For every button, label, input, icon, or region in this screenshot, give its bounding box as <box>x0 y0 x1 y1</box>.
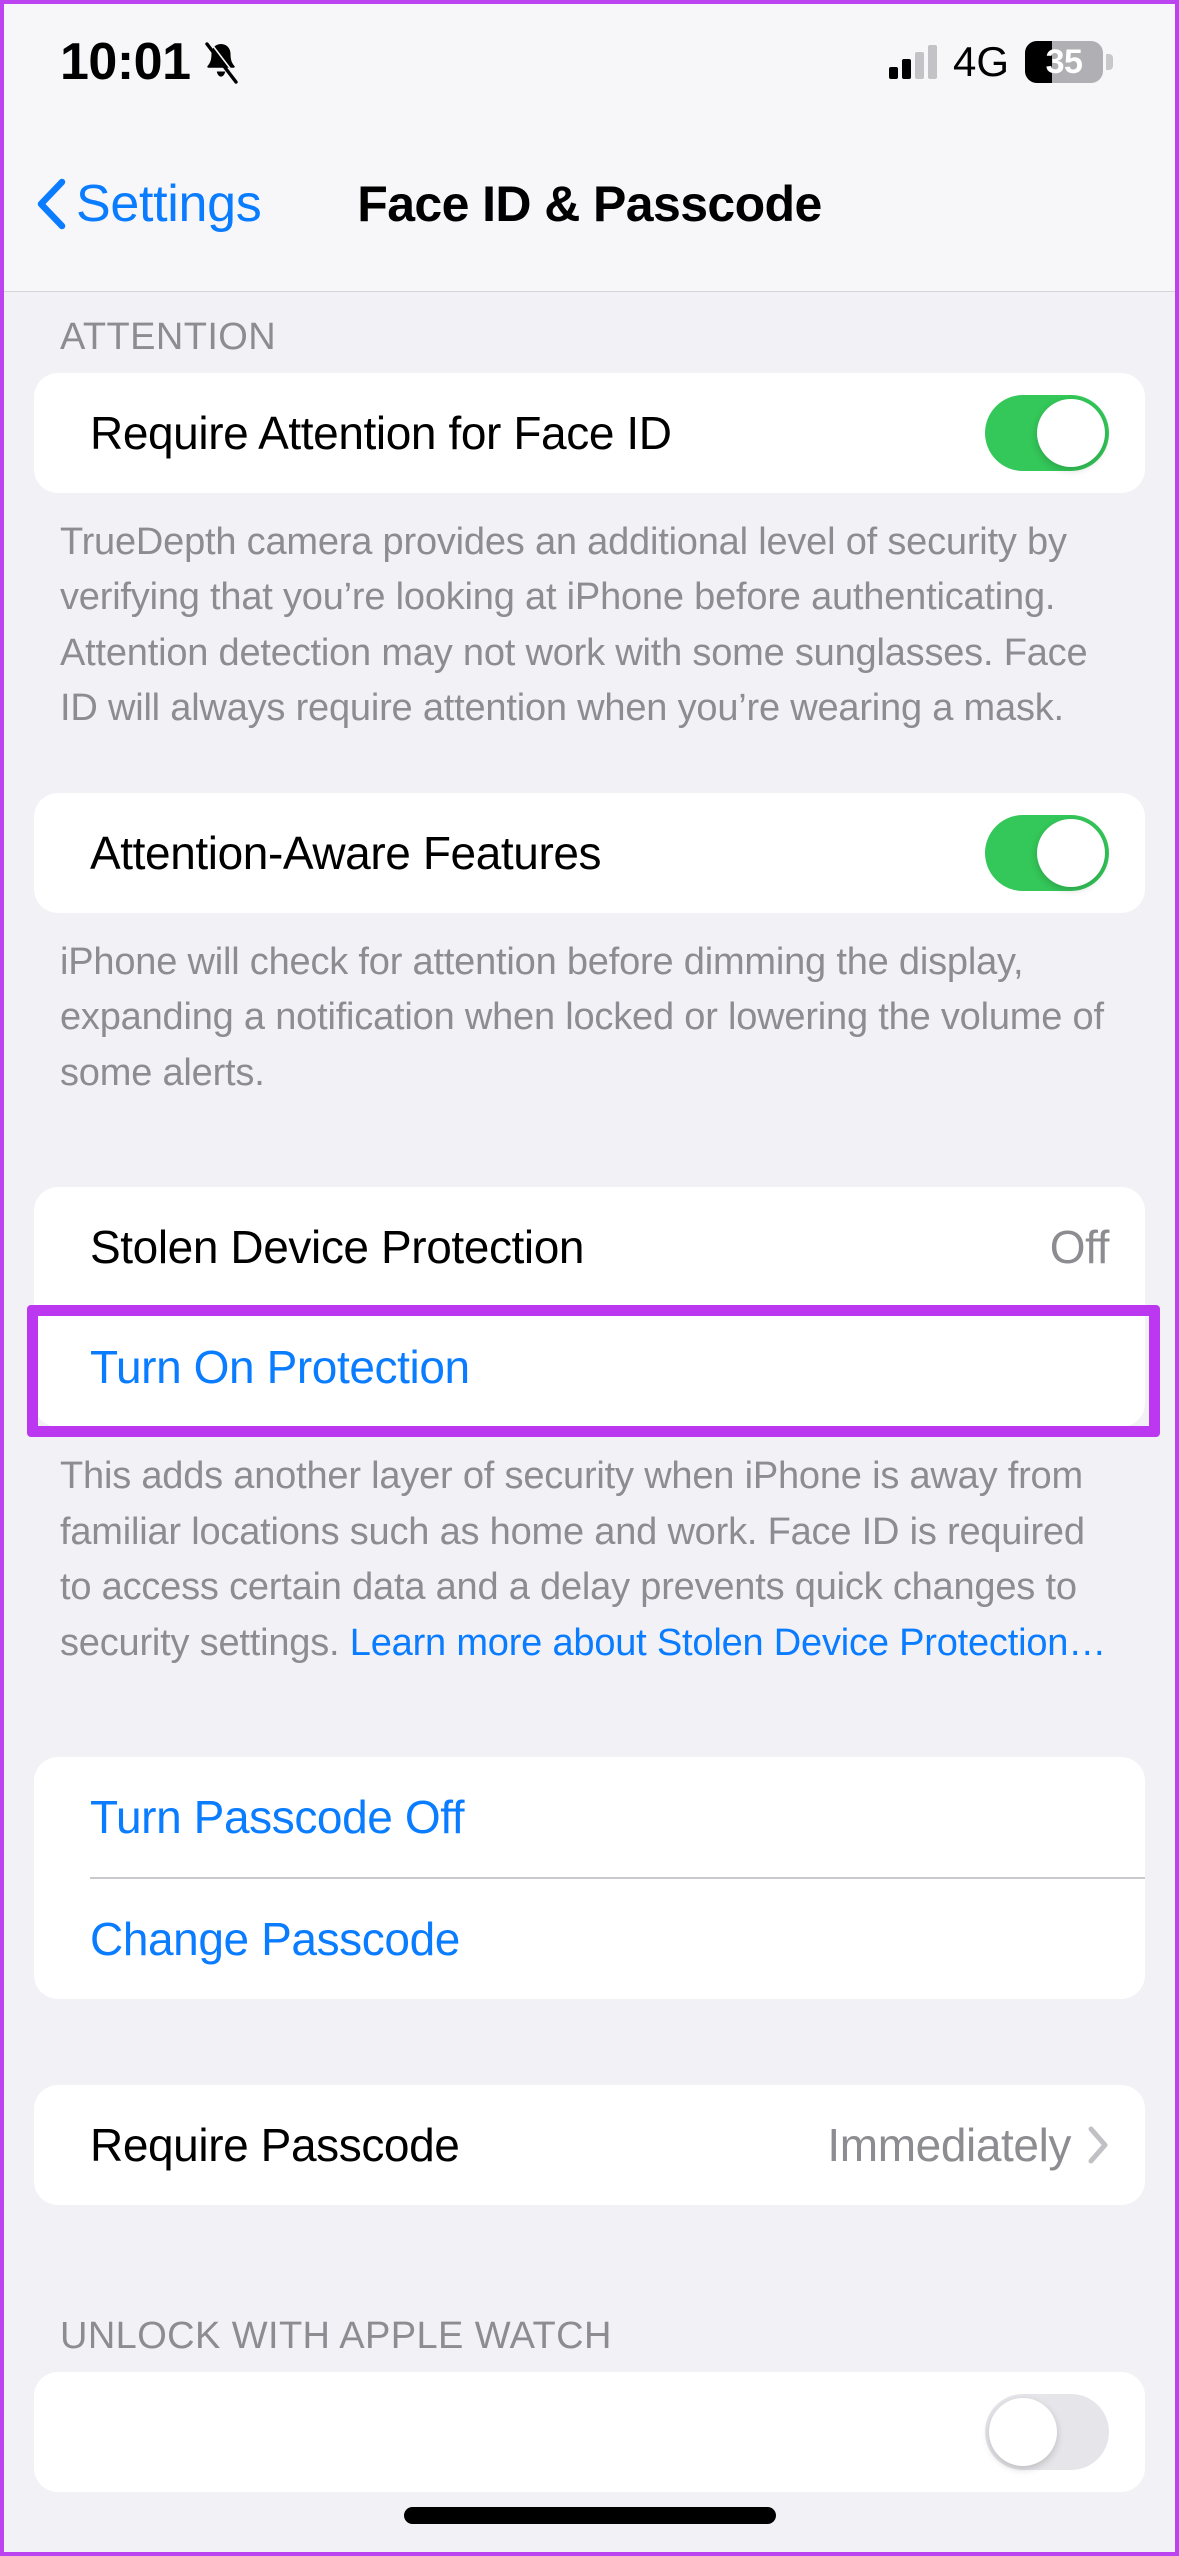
row-label: Require Attention for Face ID <box>90 407 672 459</box>
row-attention-aware-features[interactable]: Attention-Aware Features <box>34 793 1145 913</box>
row-require-attention-for-face-id[interactable]: Require Attention for Face ID <box>34 373 1145 493</box>
row-label: Attention-Aware Features <box>90 826 602 879</box>
row-label: Stolen Device Protection <box>90 1221 585 1274</box>
footer-require-attention: TrueDepth camera provides an additional … <box>60 521 1088 730</box>
row-unlock-with-apple-watch[interactable] <box>34 2372 1145 2492</box>
navigation-bar: Settings Face ID & Passcode <box>4 116 1175 292</box>
row-turn-passcode-off[interactable]: Turn Passcode Off <box>34 1757 1145 1877</box>
section-header-attention: ATTENTION <box>60 316 277 358</box>
back-button-label: Settings <box>76 174 262 233</box>
phone-screen: 10:01 4G 35 Settings Face ID & Passcode … <box>0 0 1179 2556</box>
status-bar-left: 10:01 <box>60 32 241 88</box>
require-passcode-value: Immediately <box>827 2119 1071 2172</box>
card-require-attention: Require Attention for Face ID <box>34 373 1145 493</box>
card-unlock-with-apple-watch <box>34 2372 1145 2493</box>
toggle-require-attention[interactable] <box>985 395 1109 471</box>
battery-percent-label: 35 <box>1045 43 1083 81</box>
chevron-right-icon <box>1088 2126 1108 2164</box>
cellular-signal-icon <box>888 45 937 79</box>
row-label <box>90 2405 102 2459</box>
card-require-passcode: Require Passcode Immediately <box>34 2085 1145 2206</box>
row-stolen-device-protection[interactable]: Stolen Device Protection Off <box>34 1187 1145 1307</box>
settings-scroll-view[interactable]: ATTENTION Require Attention for Face ID … <box>4 292 1175 2552</box>
card-stolen-device-protection: Stolen Device Protection Off Turn On Pro… <box>34 1187 1145 1428</box>
turn-on-protection-label: Turn On Protection <box>90 1341 470 1394</box>
network-type-label: 4G <box>952 38 1009 85</box>
section-header-unlock-with-apple-watch: UNLOCK WITH APPLE WATCH <box>60 2315 612 2358</box>
home-indicator <box>403 2507 776 2524</box>
toggle-attention-aware[interactable] <box>985 814 1109 891</box>
toggle-unlock-with-apple-watch[interactable] <box>985 2394 1109 2471</box>
row-label: Require Passcode <box>90 2119 460 2172</box>
card-attention-aware: Attention-Aware Features <box>34 792 1145 913</box>
status-bar-clock: 10:01 <box>60 33 191 91</box>
change-passcode-label: Change Passcode <box>90 1913 460 1966</box>
footer-stolen-device-protection: This adds another layer of security when… <box>4 1427 1175 1671</box>
turn-passcode-off-label: Turn Passcode Off <box>90 1791 465 1844</box>
row-turn-on-protection[interactable]: Turn On Protection <box>34 1307 1145 1427</box>
row-change-passcode[interactable]: Change Passcode <box>34 1879 1145 1999</box>
status-bar: 10:01 4G 35 <box>4 4 1175 116</box>
bell-slash-icon <box>204 41 240 84</box>
status-bar-right: 4G 35 <box>888 38 1113 85</box>
footer-attention-aware: iPhone will check for attention before d… <box>60 940 1104 1094</box>
battery-icon: 35 <box>1025 41 1113 83</box>
learn-more-link[interactable]: Learn more about Stolen Device Protectio… <box>350 1622 1106 1664</box>
chevron-left-icon <box>37 178 66 229</box>
back-button[interactable]: Settings <box>34 177 262 231</box>
status-badge: Off <box>1049 1221 1110 1274</box>
row-require-passcode[interactable]: Require Passcode Immediately <box>34 2085 1145 2205</box>
card-passcode-actions: Turn Passcode Off Change Passcode <box>34 1757 1145 2000</box>
